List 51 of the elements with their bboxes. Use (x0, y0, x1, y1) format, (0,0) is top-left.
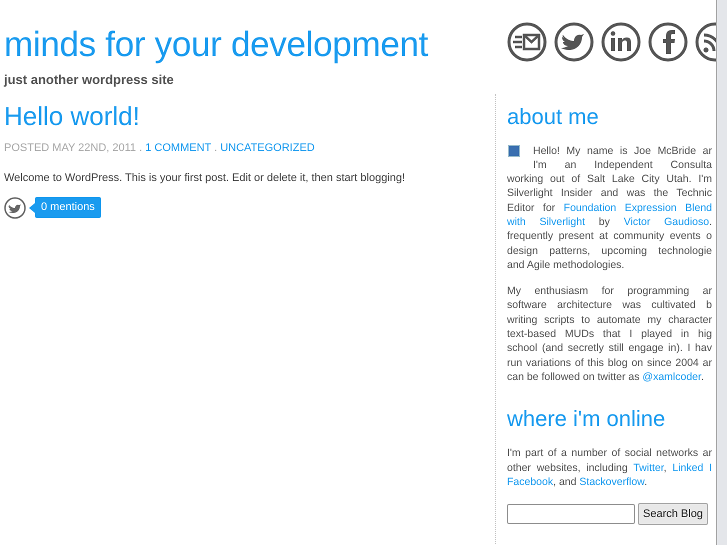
post-title[interactable]: Hello world! (4, 100, 495, 132)
text-link[interactable]: Stackoverflow (579, 476, 644, 488)
search-button[interactable]: Search Blog (638, 503, 708, 526)
text-link[interactable]: Victor Gaudioso (624, 216, 710, 228)
post-date: . (213, 142, 218, 154)
text-link[interactable]: with Silverlight (507, 216, 585, 228)
sidebar-text: Editor for (507, 202, 556, 214)
mentions-badge[interactable]: 0 mentions (35, 197, 101, 218)
sidebar-text: I'm an Independent Consulta (533, 158, 712, 171)
sidebar-text: frequently present at community events o (507, 230, 712, 242)
search-field[interactable] (507, 504, 635, 524)
sidebar-text: software architecture was cultivated b (507, 299, 712, 312)
sidebar-text: run variations of this blog on since 2004 ar (507, 356, 712, 369)
sidebar-text: Silverlight Insider and was the Technic (507, 187, 712, 200)
sidebar-text: I'm part of a number of social networks ar (507, 447, 712, 460)
post-body: Welcome to WordPress. This is your first post. Edit or delete it, then start blogging! (4, 171, 406, 186)
sidebar-text: writing scripts to automate my character (507, 314, 712, 326)
sidebar-text: . (700, 370, 704, 383)
sidebar-text: , and (553, 476, 578, 488)
linkedin-icon[interactable] (601, 22, 641, 62)
text-link[interactable]: Twitter (633, 462, 664, 474)
text-link[interactable]: Facebook (507, 476, 554, 488)
sidebar-text: and Agile methodologies. (507, 258, 624, 271)
bird-icon[interactable] (554, 22, 594, 62)
site-tagline: just another wordpress site (4, 71, 175, 89)
rss-icon[interactable] (695, 22, 716, 62)
post-date: POSTED MAY 22ND, 2011 . (4, 142, 144, 154)
sidebar-text: . (644, 476, 648, 488)
sidebar-text: can be followed on twitter as (507, 370, 640, 383)
facebook-icon[interactable] (648, 22, 688, 62)
text-link[interactable]: Linked I (672, 462, 712, 474)
sidebar-heading: about me (507, 104, 600, 130)
meta-link[interactable]: 1 COMMENT (145, 142, 212, 154)
sidebar-text: other websites, including (507, 462, 629, 474)
sidebar-text: by (598, 216, 611, 228)
sidebar-text: , (664, 462, 668, 474)
text-link[interactable]: @xamlcoder (642, 370, 701, 383)
sidebar-text: text-based MUDs that I played in hig (507, 328, 712, 340)
sidebar-heading: where i'm online (507, 406, 666, 432)
sidebar-text: working out of Salt Lake City Utah. I'm (507, 173, 712, 186)
site-title[interactable]: minds for your development (4, 24, 428, 66)
sidebar-text: school (and secretly still engage in). I hav (507, 342, 712, 354)
scrollbar[interactable] (716, 0, 727, 545)
sidebar-text: design patterns, upcoming technologie (507, 244, 712, 257)
bird-icon[interactable] (4, 196, 26, 218)
sidebar-text: Hello! My name is Joe McBride ar (533, 144, 712, 156)
text-link[interactable]: Foundation Expression Blend (564, 202, 712, 214)
meta-link[interactable]: UNCATEGORIZED (220, 142, 315, 154)
email-icon[interactable] (507, 22, 547, 62)
sidebar-text: . (709, 216, 712, 228)
sidebar-text: My enthusiasm for programming ar (507, 285, 712, 298)
